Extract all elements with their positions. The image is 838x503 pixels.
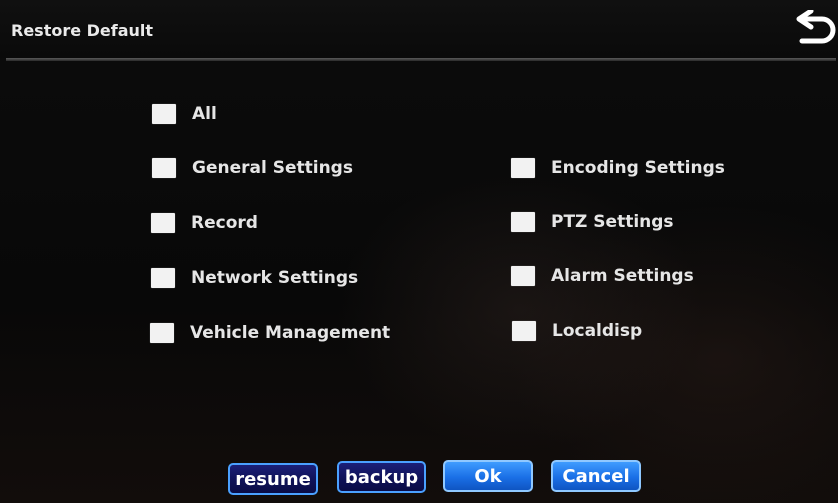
option-ptz-settings[interactable]: PTZ Settings bbox=[511, 212, 674, 232]
option-label: Network Settings bbox=[191, 268, 359, 288]
option-label: All bbox=[192, 104, 217, 124]
checkbox[interactable] bbox=[512, 321, 536, 341]
resume-button[interactable]: resume bbox=[228, 463, 318, 495]
backup-button[interactable]: backup bbox=[337, 461, 426, 493]
option-label: General Settings bbox=[192, 158, 353, 178]
option-alarm-settings[interactable]: Alarm Settings bbox=[511, 266, 694, 286]
checkbox[interactable] bbox=[511, 266, 535, 286]
restore-default-screen: Restore Default All General Settings Rec… bbox=[0, 0, 838, 503]
checkbox[interactable] bbox=[151, 213, 175, 233]
return-arrow-icon bbox=[796, 8, 836, 44]
option-all[interactable]: All bbox=[152, 104, 217, 124]
option-label: Encoding Settings bbox=[551, 158, 725, 178]
option-vehicle-management[interactable]: Vehicle Management bbox=[150, 323, 390, 343]
checkbox[interactable] bbox=[150, 323, 174, 343]
checkbox[interactable] bbox=[152, 104, 176, 124]
option-network-settings[interactable]: Network Settings bbox=[151, 268, 358, 288]
title-bar: Restore Default bbox=[0, 0, 838, 58]
checkbox[interactable] bbox=[511, 212, 535, 232]
option-general-settings[interactable]: General Settings bbox=[152, 158, 353, 178]
option-record[interactable]: Record bbox=[151, 213, 258, 233]
option-label: Localdisp bbox=[552, 321, 643, 341]
checkbox[interactable] bbox=[151, 268, 175, 288]
cancel-button[interactable]: Cancel bbox=[551, 460, 641, 492]
option-label: Record bbox=[191, 213, 258, 233]
option-label: Alarm Settings bbox=[551, 266, 694, 286]
ok-button[interactable]: Ok bbox=[443, 460, 533, 492]
option-label: Vehicle Management bbox=[190, 323, 391, 343]
option-label: PTZ Settings bbox=[551, 212, 674, 232]
checkbox[interactable] bbox=[511, 158, 535, 178]
option-encoding-settings[interactable]: Encoding Settings bbox=[511, 158, 725, 178]
title-divider bbox=[6, 58, 836, 61]
page-title: Restore Default bbox=[11, 21, 154, 40]
back-button[interactable] bbox=[786, 8, 838, 52]
checkbox[interactable] bbox=[152, 158, 176, 178]
option-localdisp[interactable]: Localdisp bbox=[512, 321, 642, 341]
